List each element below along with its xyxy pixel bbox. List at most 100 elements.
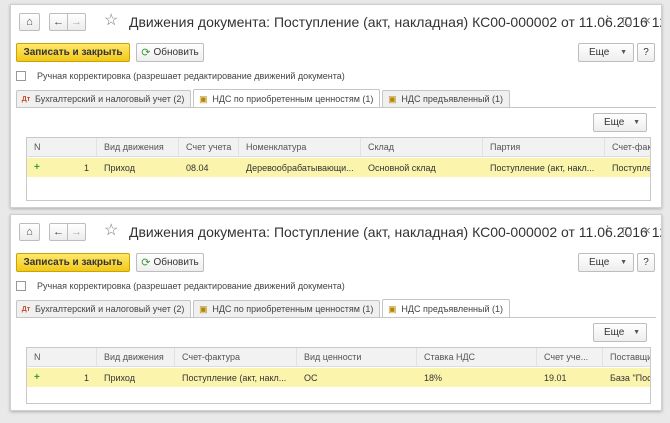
- maximize-icon[interactable]: □: [621, 14, 633, 28]
- column-header[interactable]: Номенклатура: [239, 138, 361, 156]
- column-header[interactable]: Вид движения: [97, 138, 179, 156]
- vat-register-icon: ▣: [388, 93, 397, 104]
- column-header[interactable]: Счет учета: [179, 138, 239, 156]
- tab-divider: [16, 107, 656, 108]
- plus-icon: +: [34, 372, 40, 383]
- home-button[interactable]: ⌂: [19, 13, 40, 31]
- manual-correction-checkbox[interactable]: [16, 71, 26, 81]
- accounting-icon: Дт: [21, 305, 31, 313]
- refresh-icon: ⟳: [141, 257, 151, 269]
- chevron-down-icon: ▼: [620, 49, 627, 56]
- column-header[interactable]: Вид движения: [97, 348, 175, 366]
- refresh-button[interactable]: ⟳ Обновить: [136, 253, 204, 272]
- title-bar: ⌂ ← → ☆ Движения документа: Поступление …: [11, 215, 661, 245]
- table-cell: 18%: [417, 368, 537, 387]
- movements-table: N Вид движения Счет учета Номенклатура Склад…: [26, 137, 651, 201]
- vat-register-icon: ▣: [199, 93, 208, 104]
- save-and-close-button[interactable]: Записать и закрыть: [16, 43, 130, 62]
- grid-more-button[interactable]: Еще ▼: [593, 113, 647, 132]
- refresh-label: Обновить: [153, 47, 199, 58]
- back-button[interactable]: ←: [49, 13, 68, 31]
- row-number-cell: +1: [27, 158, 97, 177]
- chevron-down-icon: ▼: [633, 329, 640, 336]
- grid-more-label: Еще: [604, 327, 625, 338]
- column-header[interactable]: N: [27, 348, 97, 366]
- tab-2[interactable]: ▣ НДС по приобретенным ценностям (1): [193, 300, 381, 317]
- title-bar: ⌂ ← → ☆ Движения документа: Поступление …: [11, 5, 661, 35]
- column-header[interactable]: N: [27, 138, 97, 156]
- arrow-left-icon: ←: [53, 16, 64, 28]
- grid-more-button[interactable]: Еще ▼: [593, 323, 647, 342]
- tab-3[interactable]: ▣ НДС предъявленный (1): [382, 90, 511, 107]
- movements-table: N Вид движения Счет-фактура Вид ценности Ста…: [26, 347, 651, 404]
- arrow-right-icon: →: [71, 226, 82, 238]
- plus-icon: +: [34, 162, 40, 173]
- refresh-icon: ⟳: [141, 47, 151, 59]
- more-button[interactable]: Еще ▼: [578, 253, 634, 272]
- tab-1[interactable]: Дт Бухгалтерский и налоговый учет (2): [16, 300, 192, 317]
- close-icon[interactable]: ×: [641, 14, 653, 28]
- table-cell: 19.01: [537, 368, 603, 387]
- arrow-left-icon: ←: [53, 226, 64, 238]
- table-cell: 08.04: [179, 158, 239, 177]
- row-number: 1: [83, 372, 89, 383]
- back-button[interactable]: ←: [49, 223, 68, 241]
- table-cell: Деревообрабатывающи...: [239, 158, 361, 177]
- table-cell: Приход: [97, 368, 175, 387]
- table-cell: Основной склад: [361, 158, 483, 177]
- save-and-close-button[interactable]: Записать и закрыть: [16, 253, 130, 272]
- window-controls: ⋮ □ ×: [601, 14, 653, 28]
- manual-correction-row: Ручная корректировка (разрешает редактир…: [16, 280, 345, 292]
- tab-2[interactable]: ▣ НДС по приобретенным ценностям (1): [193, 89, 381, 108]
- more-button[interactable]: Еще ▼: [578, 43, 634, 62]
- tab-3[interactable]: ▣ НДС предъявленный (1): [382, 299, 511, 318]
- movements-window-1: ⌂ ← → ☆ Движения документа: Поступление …: [10, 4, 662, 208]
- table-cell: Поступление (акт, накл...: [175, 368, 297, 387]
- register-tabs: Дт Бухгалтерский и налоговый учет (2) ▣ НДС…: [16, 298, 512, 318]
- manual-correction-checkbox[interactable]: [16, 281, 26, 291]
- help-button[interactable]: ?: [637, 43, 655, 62]
- home-button[interactable]: ⌂: [19, 223, 40, 241]
- arrow-right-icon: →: [71, 16, 82, 28]
- tab-label: НДС предъявленный (1): [401, 304, 504, 314]
- manual-correction-label: Ручная корректировка (разрешает редактир…: [37, 71, 345, 81]
- column-header[interactable]: Поставщик: [603, 348, 650, 366]
- column-header[interactable]: Склад: [361, 138, 483, 156]
- table-row[interactable]: +1 Приход 08.04 Деревообрабатывающи... Основ…: [27, 158, 650, 177]
- tab-1[interactable]: Дт Бухгалтерский и налоговый учет (2): [16, 90, 192, 107]
- forward-button[interactable]: →: [67, 13, 86, 31]
- table-cell: Приход: [97, 158, 179, 177]
- column-header[interactable]: Счет-фактура: [175, 348, 297, 366]
- vat-register-icon: ▣: [199, 303, 208, 314]
- forward-button[interactable]: →: [67, 223, 86, 241]
- register-tabs: Дт Бухгалтерский и налоговый учет (2) ▣ НДС…: [16, 88, 512, 108]
- help-button[interactable]: ?: [637, 253, 655, 272]
- column-header[interactable]: Вид ценности: [297, 348, 417, 366]
- page-title: Движения документа: Поступление (акт, на…: [129, 14, 662, 30]
- more-label: Еще: [589, 257, 610, 268]
- star-icon[interactable]: ☆: [104, 222, 118, 240]
- chevron-down-icon: ▼: [633, 119, 640, 126]
- close-icon[interactable]: ×: [641, 224, 653, 238]
- movements-window-2: ⌂ ← → ☆ Движения документа: Поступление …: [10, 214, 662, 411]
- home-icon: ⌂: [26, 16, 33, 28]
- column-header[interactable]: Партия: [483, 138, 605, 156]
- tab-divider: [16, 317, 656, 318]
- column-header[interactable]: Счет-фактура: [605, 138, 650, 156]
- star-icon[interactable]: ☆: [104, 12, 118, 30]
- table-row[interactable]: +1 Приход Поступление (акт, накл... ОС 18% 19…: [27, 368, 650, 387]
- page-title: Движения документа: Поступление (акт, на…: [129, 224, 662, 240]
- table-header: N Вид движения Счет-фактура Вид ценности Ста…: [27, 348, 650, 367]
- more-vertical-icon[interactable]: ⋮: [601, 224, 614, 238]
- more-vertical-icon[interactable]: ⋮: [601, 14, 614, 28]
- refresh-label: Обновить: [153, 257, 199, 268]
- column-header[interactable]: Ставка НДС: [417, 348, 537, 366]
- column-header[interactable]: Счет уче...: [537, 348, 603, 366]
- refresh-button[interactable]: ⟳ Обновить: [136, 43, 204, 62]
- table-cell: Поступле: [605, 158, 650, 177]
- manual-correction-label: Ручная корректировка (разрешает редактир…: [37, 281, 345, 291]
- chevron-down-icon: ▼: [620, 259, 627, 266]
- toolbar: Записать и закрыть ⟳ Обновить Еще ▼ ?: [11, 253, 661, 273]
- maximize-icon[interactable]: □: [621, 224, 633, 238]
- manual-correction-row: Ручная корректировка (разрешает редактир…: [16, 70, 345, 82]
